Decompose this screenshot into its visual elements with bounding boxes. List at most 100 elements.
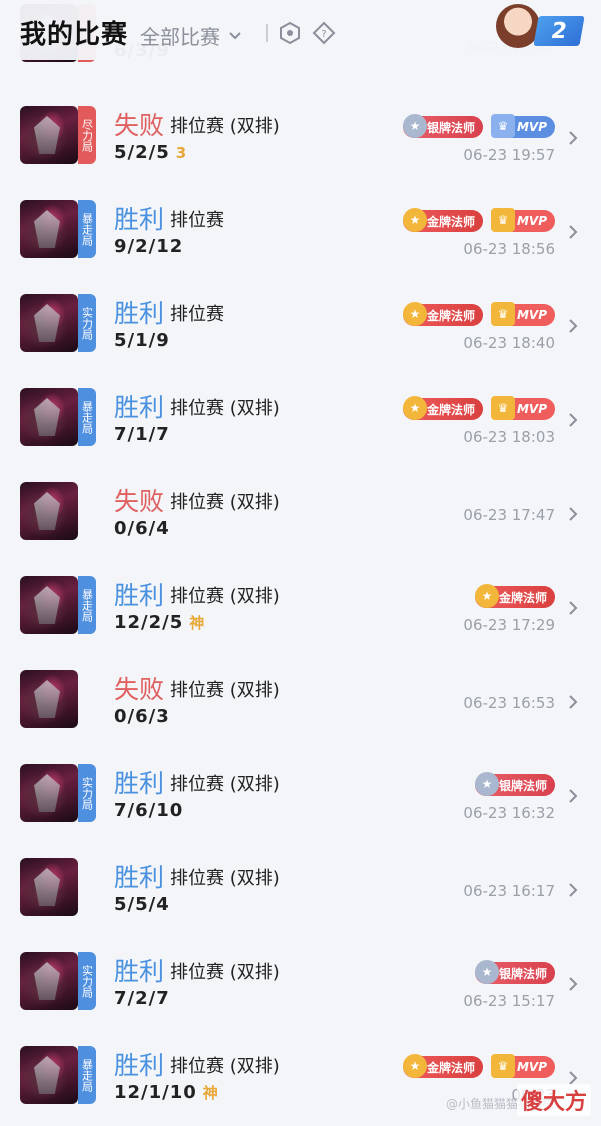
crown-icon: ♛ <box>490 1054 515 1078</box>
kda: 7/1/7 <box>114 424 170 445</box>
performance-tag: 暴走局 <box>78 200 96 258</box>
star-icon: ★ <box>402 1054 427 1078</box>
game-mode: 排位赛 (双排) <box>170 1056 280 1077</box>
match-history-page: 局6/3/9尽力局失败排位赛 (双排)5/2/53★银牌法师♛MVP06-23 … <box>0 0 601 1126</box>
hexagon-settings-icon[interactable] <box>278 21 302 45</box>
star-icon: ★ <box>402 396 427 420</box>
performance-tag: 暴走局 <box>78 1046 96 1104</box>
badge-label: 银牌法师 <box>426 120 475 135</box>
performance-tag: 尽力局 <box>78 106 96 164</box>
crown-icon: ♛ <box>490 396 515 420</box>
kda-value: 5/1/9 <box>114 330 170 351</box>
game-mode: 排位赛 (双排) <box>170 586 280 607</box>
chevron-right-icon[interactable] <box>567 600 579 616</box>
badge-label: 金牌法师 <box>426 1060 475 1075</box>
diamond-help-icon[interactable]: ? <box>312 21 336 45</box>
kda-value: 7/2/7 <box>114 988 170 1009</box>
page-title: 我的比赛 <box>20 20 129 50</box>
rank-badge: 2 <box>533 16 585 46</box>
mvp-badge: ♛ MVP <box>490 208 555 232</box>
hero-avatar <box>20 200 78 258</box>
honor-badges: ★ 金牌法师 ♛ MVP <box>402 1054 555 1078</box>
match-row[interactable]: 暴走局 胜利 排位赛 9/2/12 ★ 金牌法师 ♛ MVP 06-23 18:56 <box>0 184 601 278</box>
medal-badge: ★ 金牌法师 <box>402 1054 483 1078</box>
match-time: 06-23 17:47 <box>463 506 555 524</box>
badge-label: MVP <box>516 214 547 228</box>
header-bar: 我的比赛 全部比赛 ? 2 <box>0 0 601 60</box>
badge-label: MVP <box>516 402 547 416</box>
game-mode: 排位赛 <box>170 304 224 325</box>
chevron-right-icon[interactable] <box>567 976 579 992</box>
honor-badges: ★ 银牌法师 <box>474 772 555 796</box>
kda-value: 7/6/10 <box>114 800 184 821</box>
match-result: 失败 <box>114 675 165 704</box>
match-result: 胜利 <box>114 769 165 798</box>
match-row[interactable]: 实力局 胜利 排位赛 5/1/9 ★ 金牌法师 ♛ MVP 06-23 18:40 <box>0 278 601 372</box>
hero-avatar <box>20 1046 78 1104</box>
match-row[interactable]: 暴走局 胜利 排位赛 (双排) 7/1/7 ★ 金牌法师 ♛ MVP 06-23 18:03 <box>0 372 601 466</box>
star-icon: ★ <box>402 302 427 326</box>
honor-badges: ★ 银牌法师 <box>474 960 555 984</box>
chevron-right-icon[interactable] <box>567 318 579 334</box>
match-result: 胜利 <box>114 581 165 610</box>
match-result: 失败 <box>114 487 165 516</box>
match-row[interactable]: 暴走局 胜利 排位赛 (双排) 12/2/5 神 ★ 金牌法师 06-23 17:29 <box>0 560 601 654</box>
badge-label: MVP <box>516 120 547 134</box>
chevron-right-icon[interactable] <box>567 412 579 428</box>
match-row[interactable]: 失败 排位赛 (双排) 0/6/3 06-23 16:53 <box>0 654 601 748</box>
game-mode: 排位赛 (双排) <box>170 680 280 701</box>
performance-tag: 实力局 <box>78 294 96 352</box>
kda: 5/1/9 <box>114 330 170 351</box>
match-time: 06-23 16:32 <box>463 804 555 822</box>
star-icon: ★ <box>474 772 499 796</box>
match-row[interactable]: 实力局 胜利 排位赛 (双排) 7/6/10 ★ 银牌法师 06-23 16:32 <box>0 748 601 842</box>
streak-mark: 神 <box>189 614 206 632</box>
badge-label: MVP <box>516 308 547 322</box>
kda: 5/2/5 3 <box>114 142 187 163</box>
performance-tag: 暴走局 <box>78 576 96 634</box>
hero-avatar <box>20 294 78 352</box>
chevron-right-icon[interactable] <box>567 882 579 898</box>
hero-avatar <box>20 388 78 446</box>
match-time: 06-23 18:03 <box>463 428 555 446</box>
hero-avatar <box>20 106 78 164</box>
filter-label: 全部比赛 <box>140 25 220 49</box>
mvp-badge: ♛ MVP <box>490 302 555 326</box>
match-time: 06-23 16:17 <box>463 882 555 900</box>
medal-badge: ★ 银牌法师 <box>402 114 483 138</box>
chevron-right-icon[interactable] <box>567 224 579 240</box>
medal-badge: ★ 金牌法师 <box>402 302 483 326</box>
match-filter-dropdown[interactable]: 全部比赛 <box>140 21 242 50</box>
match-row[interactable]: 实力局 胜利 排位赛 (双排) 7/2/7 ★ 银牌法师 06-23 15:17 <box>0 936 601 1030</box>
match-row[interactable]: 胜利 排位赛 (双排) 5/5/4 06-23 16:17 <box>0 842 601 936</box>
crown-icon: ♛ <box>490 114 515 138</box>
kda: 12/1/10 神 <box>114 1082 219 1103</box>
match-row[interactable]: 尽力局 失败 排位赛 (双排) 5/2/5 3 ★ 银牌法师 ♛ MVP 06-23 19:57 <box>0 90 601 184</box>
kda-value: 7/1/7 <box>114 424 170 445</box>
honor-badges: ★ 金牌法师 ♛ MVP <box>402 208 555 232</box>
hero-avatar <box>20 764 78 822</box>
match-result: 胜利 <box>114 863 165 892</box>
badge-label: 金牌法师 <box>426 308 475 323</box>
chevron-right-icon[interactable] <box>567 130 579 146</box>
chevron-right-icon[interactable] <box>567 506 579 522</box>
kda-value: 0/6/4 <box>114 518 170 539</box>
game-mode: 排位赛 <box>170 210 224 231</box>
performance-tag: 实力局 <box>78 764 96 822</box>
chevron-right-icon[interactable] <box>567 788 579 804</box>
honor-badges: ★ 银牌法师 ♛ MVP <box>402 114 555 138</box>
chevron-down-icon <box>229 31 241 39</box>
performance-tag: 实力局 <box>78 952 96 1010</box>
kda-value: 0/6/3 <box>114 706 170 727</box>
hero-avatar <box>20 670 78 728</box>
match-time: 06-23 19:57 <box>463 146 555 164</box>
match-result: 胜利 <box>114 393 165 422</box>
match-result: 胜利 <box>114 1051 165 1080</box>
kda: 7/6/10 <box>114 800 183 821</box>
match-row[interactable]: 失败 排位赛 (双排) 0/6/4 06-23 17:47 <box>0 466 601 560</box>
star-icon: ★ <box>474 584 499 608</box>
hero-avatar <box>20 952 78 1010</box>
crown-icon: ♛ <box>490 208 515 232</box>
game-mode: 排位赛 (双排) <box>170 116 280 137</box>
chevron-right-icon[interactable] <box>567 694 579 710</box>
